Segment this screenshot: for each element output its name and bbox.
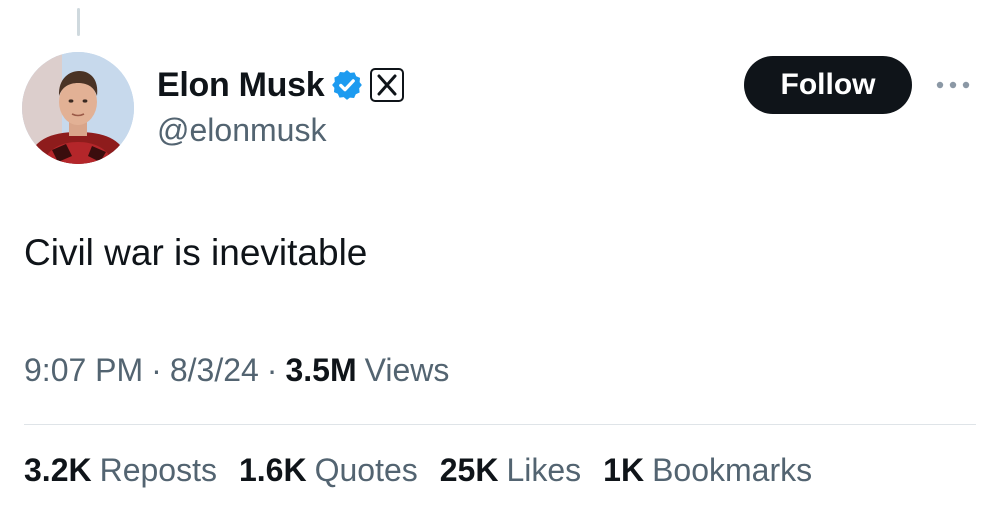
- tweet-card: Elon Musk @elonmusk Follow Civil war is …: [0, 0, 1000, 520]
- stat-quotes[interactable]: 1.6K Quotes: [239, 452, 418, 489]
- thread-connector-line: [77, 8, 80, 36]
- avatar-photo-icon: [22, 52, 134, 164]
- author-name-row: Elon Musk: [157, 63, 405, 107]
- stat-likes[interactable]: 25K Likes: [440, 452, 581, 489]
- avatar[interactable]: [22, 52, 134, 164]
- separator-dot: ·: [151, 352, 162, 388]
- views-count: 3.5M: [285, 352, 357, 388]
- stat-label: Quotes: [314, 452, 418, 488]
- engagement-stats: 3.2K Reposts 1.6K Quotes 25K Likes 1K Bookma…: [24, 452, 834, 489]
- verified-badge-icon[interactable]: [330, 68, 364, 102]
- separator-dot: ·: [266, 352, 278, 388]
- follow-button[interactable]: Follow: [744, 56, 912, 114]
- author-handle[interactable]: @elonmusk: [157, 112, 326, 149]
- stat-count: 1K: [603, 452, 645, 488]
- tweet-time[interactable]: 9:07 PM: [24, 352, 143, 389]
- tweet-date[interactable]: 8/3/24: [170, 352, 259, 389]
- stat-count: 1.6K: [238, 452, 307, 488]
- x-logo-icon[interactable]: [370, 68, 405, 102]
- stat-label: Likes: [506, 452, 582, 488]
- tweet-meta: 9:07 PM · 8/3/24 · 3.5M Views: [24, 352, 449, 389]
- stat-label: Reposts: [99, 452, 217, 488]
- stat-count: 3.2K: [24, 452, 92, 488]
- stat-bookmarks[interactable]: 1K Bookmarks: [603, 452, 812, 489]
- divider: [24, 424, 976, 425]
- views-label: Views: [364, 352, 450, 388]
- author-display-name[interactable]: Elon Musk: [157, 66, 325, 105]
- stat-count: 25K: [439, 452, 499, 488]
- stat-reposts[interactable]: 3.2K Reposts: [24, 452, 217, 489]
- stat-label: Bookmarks: [652, 452, 813, 488]
- more-horizontal-icon[interactable]: [934, 70, 972, 100]
- tweet-text: Civil war is inevitable: [24, 232, 368, 273]
